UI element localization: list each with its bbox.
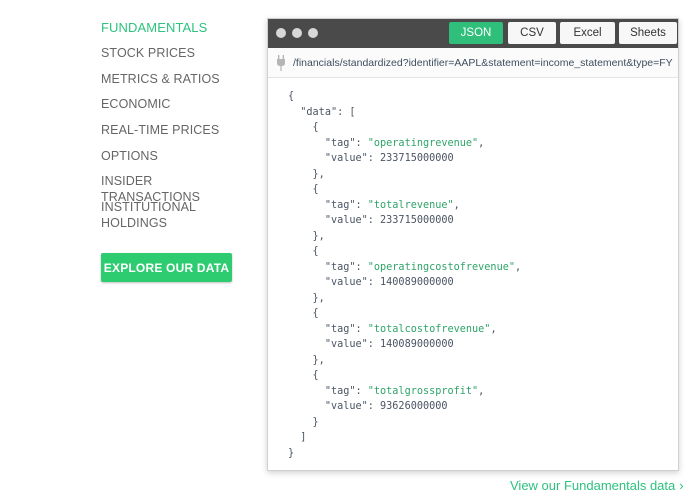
code-line: } xyxy=(288,447,295,459)
api-url[interactable]: /financials/standardized?identifier=AAPL… xyxy=(293,57,673,69)
code-line: }, xyxy=(288,230,325,242)
window-dot-minimize xyxy=(292,28,302,38)
url-bar: /financials/standardized?identifier=AAPL… xyxy=(268,48,678,78)
code-line: { xyxy=(288,184,319,195)
code-line: "value": 140089000000 xyxy=(324,277,454,288)
code-line: "tag": "totalcostofrevenue", xyxy=(324,323,497,335)
json-tag-value: "totalrevenue" xyxy=(367,199,454,211)
json-key: "value" xyxy=(324,215,368,226)
json-key: "data" xyxy=(300,106,338,118)
nav-item-stock-prices[interactable]: STOCK PRICES xyxy=(101,45,195,61)
code-line: "tag": "totalrevenue", xyxy=(324,199,460,211)
window-dot-maximize xyxy=(308,28,318,38)
json-number-value: 93626000000 xyxy=(380,401,448,412)
chevron-right-icon: › xyxy=(679,478,684,493)
code-line: { xyxy=(288,246,319,257)
code-line: { xyxy=(288,370,319,381)
code-line: { xyxy=(288,308,319,319)
json-key: "value" xyxy=(324,153,368,164)
json-key: "value" xyxy=(324,277,368,288)
window-dot-close xyxy=(276,28,286,38)
code-line: }, xyxy=(288,168,325,180)
json-response: { "data": [ { "tag": "operatingrevenue",… xyxy=(288,89,668,461)
json-number-value: 140089000000 xyxy=(380,277,454,288)
tab-excel[interactable]: Excel xyxy=(560,22,615,44)
code-line: ] xyxy=(288,432,307,443)
json-key: "tag" xyxy=(324,199,356,211)
json-key: "tag" xyxy=(324,323,356,335)
nav-item-real-time-prices[interactable]: REAL-TIME PRICES xyxy=(101,122,219,138)
json-number-value: 233715000000 xyxy=(380,153,454,164)
nav-item-metrics-ratios[interactable]: METRICS & RATIOS xyxy=(101,71,220,87)
json-tag-value: "operatingrevenue" xyxy=(367,137,479,149)
tab-sheets[interactable]: Sheets xyxy=(619,22,677,44)
view-fundamentals-link[interactable]: View our Fundamentals data › xyxy=(510,478,684,493)
code-line: "tag": "operatingcostofrevenue", xyxy=(324,261,522,273)
code-line: "value": 93626000000 xyxy=(324,401,448,412)
nav-item-institutional-holdings[interactable]: INSTITUTIONAL HOLDINGS xyxy=(101,199,196,231)
code-line: }, xyxy=(288,292,325,304)
json-key: "value" xyxy=(324,401,368,412)
plug-icon xyxy=(277,54,285,71)
json-key: "tag" xyxy=(324,385,356,397)
code-line: { xyxy=(288,122,319,133)
json-number-value: 233715000000 xyxy=(380,215,454,226)
nav-item-economic[interactable]: ECONOMIC xyxy=(101,96,171,112)
tab-json[interactable]: JSON xyxy=(449,22,503,44)
code-line: "tag": "totalgrossprofit", xyxy=(324,385,485,397)
json-tag-value: "totalcostofrevenue" xyxy=(367,323,491,335)
json-key: "tag" xyxy=(324,137,356,149)
json-tag-value: "operatingcostofrevenue" xyxy=(367,261,515,273)
code-line: { xyxy=(288,91,295,102)
view-fundamentals-label: View our Fundamentals data xyxy=(510,478,676,493)
code-line: "value": 140089000000 xyxy=(324,339,454,350)
json-key: "value" xyxy=(324,339,368,350)
nav-item-fundamentals[interactable]: FUNDAMENTALS xyxy=(101,20,207,36)
json-key: "tag" xyxy=(324,261,356,273)
code-line: } xyxy=(288,416,319,428)
code-line: "tag": "operatingrevenue", xyxy=(324,137,485,149)
code-line: "value": 233715000000 xyxy=(324,215,454,226)
code-line: "value": 233715000000 xyxy=(324,153,454,164)
code-line: "data": [ xyxy=(300,106,356,118)
explore-our-data-button[interactable]: EXPLORE OUR DATA xyxy=(101,253,232,282)
window-titlebar: JSON CSV Excel Sheets xyxy=(268,19,678,48)
json-number-value: 140089000000 xyxy=(380,339,454,350)
json-tag-value: "totalgrossprofit" xyxy=(367,385,479,397)
nav-item-institutional-line1: INSTITUTIONAL xyxy=(101,200,197,214)
code-line: }, xyxy=(288,354,325,366)
nav-item-options[interactable]: OPTIONS xyxy=(101,148,158,164)
api-preview-window: JSON CSV Excel Sheets /financials/standa… xyxy=(267,18,679,471)
nav-item-institutional-line2: HOLDINGS xyxy=(101,216,168,230)
tab-csv[interactable]: CSV xyxy=(508,22,556,44)
